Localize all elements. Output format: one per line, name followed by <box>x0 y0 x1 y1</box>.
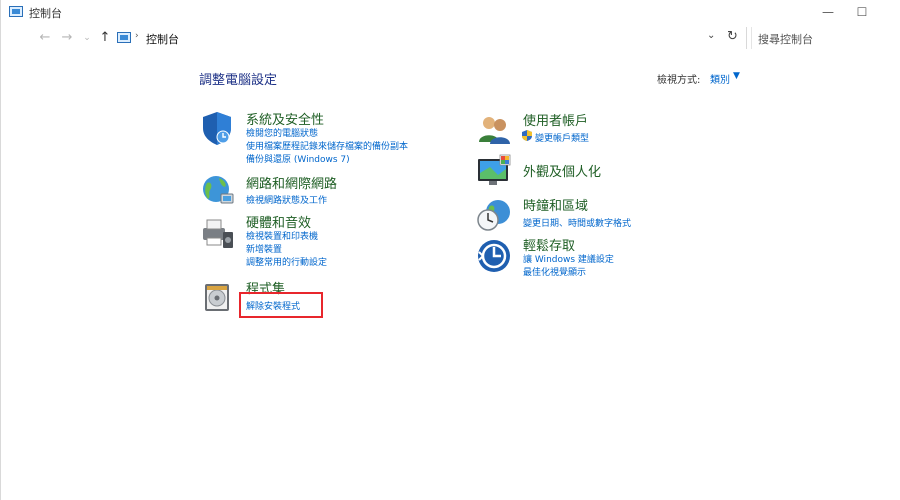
page-title: 調整電腦設定 <box>199 73 278 88</box>
up-arrow-icon[interactable]: ↑ <box>97 29 113 47</box>
link-network-status[interactable]: 檢視網路狀態及工作 <box>246 193 327 206</box>
minimize-button[interactable]: — <box>813 2 843 22</box>
recent-locations-icon[interactable]: ⌄ <box>79 29 95 47</box>
view-by-label: 檢視方式: <box>657 75 701 86</box>
forward-arrow-icon[interactable]: → <box>59 29 75 47</box>
link-file-history-backup[interactable]: 使用檔案歷程記錄來儲存檔案的備份副本 <box>246 139 408 152</box>
divider <box>746 27 747 49</box>
highlight-box <box>239 292 323 318</box>
back-arrow-icon[interactable]: ← <box>37 29 53 47</box>
link-backup-restore[interactable]: 備份與還原 (Windows 7) <box>246 152 350 165</box>
link-windows-suggest-settings[interactable]: 讓 Windows 建議設定 <box>523 252 614 265</box>
maximize-button[interactable]: ☐ <box>847 2 877 22</box>
breadcrumb-separator-icon[interactable]: › <box>135 31 139 41</box>
link-mobility-settings[interactable]: 調整常用的行動設定 <box>246 255 327 268</box>
category-network-internet[interactable]: 網路和網際網路 <box>246 173 337 192</box>
network-globe-icon[interactable] <box>199 172 235 208</box>
refresh-icon[interactable]: ↻ <box>727 29 738 44</box>
category-clock-region[interactable]: 時鐘和區域 <box>523 195 588 214</box>
chevron-down-icon[interactable]: ▼ <box>733 71 740 81</box>
category-appearance-personalization[interactable]: 外觀及個人化 <box>523 161 601 180</box>
printer-speaker-icon[interactable] <box>199 214 235 250</box>
navigation-bar: ← → ⌄ ↑ › 控制台 ⌄ ↻ 搜尋控制台 <box>1 27 900 49</box>
category-user-accounts[interactable]: 使用者帳戶 <box>523 110 588 129</box>
shield-icon[interactable] <box>199 110 235 146</box>
link-change-date-time-format[interactable]: 變更日期、時間或數字格式 <box>523 216 631 229</box>
link-add-device[interactable]: 新增裝置 <box>246 242 282 255</box>
control-panel-window: 控制台 — ☐ ← → ⌄ ↑ › 控制台 ⌄ ↻ 搜尋控制台 調整電腦設定 檢… <box>0 0 900 500</box>
monitor-palette-icon[interactable] <box>476 153 512 189</box>
control-panel-icon <box>9 6 23 17</box>
link-change-account-type[interactable]: 變更帳戶類型 <box>535 131 589 144</box>
address-dropdown-icon[interactable]: ⌄ <box>707 30 715 41</box>
uac-shield-icon <box>522 130 532 141</box>
view-by-dropdown[interactable]: 類別 <box>710 71 730 86</box>
address-bar[interactable]: › 控制台 ⌄ ↻ <box>113 28 743 48</box>
link-optimize-visual-display[interactable]: 最佳化視覺顯示 <box>523 265 586 278</box>
users-icon[interactable] <box>476 112 512 148</box>
ease-of-access-icon[interactable] <box>476 238 512 274</box>
breadcrumb-control-panel[interactable]: 控制台 <box>146 31 179 47</box>
link-review-computer-status[interactable]: 檢閱您的電腦狀態 <box>246 126 318 139</box>
search-input[interactable]: 搜尋控制台 <box>751 27 900 49</box>
programs-disc-icon[interactable] <box>199 278 235 314</box>
link-devices-printers[interactable]: 檢視裝置和印表機 <box>246 229 318 242</box>
control-panel-icon <box>117 32 131 43</box>
title-bar: 控制台 — ☐ <box>1 0 900 24</box>
search-placeholder: 搜尋控制台 <box>758 33 813 46</box>
window-title: 控制台 <box>29 7 62 20</box>
clock-globe-icon[interactable] <box>476 196 512 232</box>
